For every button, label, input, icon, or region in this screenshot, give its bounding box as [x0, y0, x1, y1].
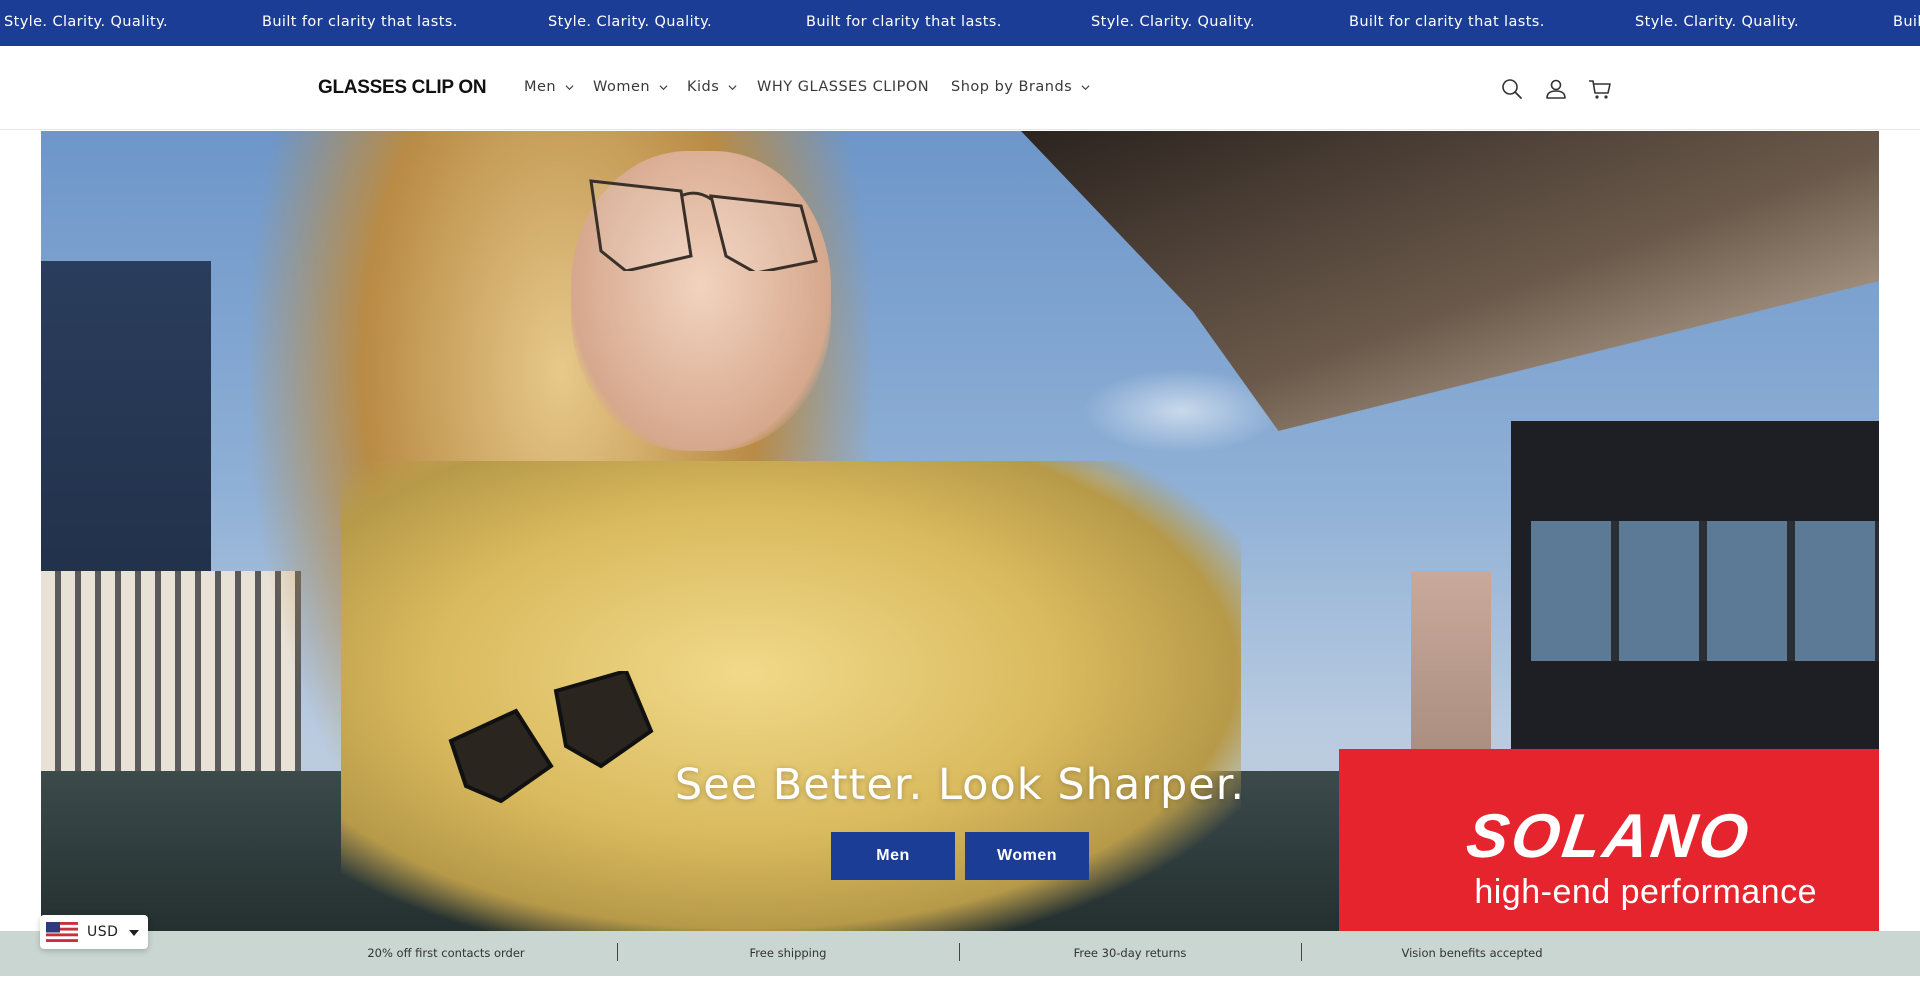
eyeglasses-icon [589, 179, 818, 271]
benefit-item: Free shipping [749, 946, 827, 960]
benefit-item: 20% off first contacts order [367, 946, 525, 960]
nav-item-men[interactable]: Men [524, 79, 574, 95]
announcement-item: Built for clarity that lasts. [1349, 14, 1545, 30]
nav-item-why-glasses-clipon[interactable]: WHY GLASSES CLIPON [757, 79, 929, 95]
account-icon[interactable] [1543, 76, 1569, 102]
nav-item-kids[interactable]: Kids [687, 79, 737, 95]
hero-windows [1531, 521, 1879, 661]
divider [1301, 943, 1302, 961]
hero-canopy [1021, 131, 1879, 431]
site-header: GLASSES CLIP ON Men Women Kids WHY GLASS… [0, 46, 1920, 130]
us-flag-icon [46, 922, 78, 942]
solano-tagline: high-end performance [1474, 873, 1817, 911]
nav-item-shop-by-brands[interactable]: Shop by Brands [951, 79, 1090, 95]
solano-brand: SOLANO [1462, 802, 1756, 871]
chevron-down-icon [728, 84, 737, 90]
shop-women-button[interactable]: Women [965, 832, 1089, 880]
chevron-down-icon [565, 84, 574, 90]
benefit-item: Vision benefits accepted [1401, 946, 1543, 960]
nav-item-label: Shop by Brands [951, 79, 1073, 95]
solano-promo-banner[interactable]: SOLANO high-end performance [1339, 749, 1879, 931]
chevron-down-icon [1081, 84, 1090, 90]
announcement-item: Style. Clarity. Quality. [1635, 14, 1800, 30]
nav-item-label: Kids [687, 79, 720, 95]
search-icon[interactable] [1499, 76, 1525, 102]
caret-down-icon [129, 930, 140, 936]
nav-item-women[interactable]: Women [593, 79, 668, 95]
divider [959, 943, 960, 961]
announcement-bar: Style. Clarity. Quality. Built for clari… [0, 0, 1920, 46]
chevron-down-icon [659, 84, 668, 90]
divider [617, 943, 618, 961]
shop-men-button[interactable]: Men [831, 832, 955, 880]
site-logo[interactable]: GLASSES CLIP ON [318, 77, 487, 99]
nav-item-label: Women [593, 79, 651, 95]
announcement-item: Built for clarity that lasts. [262, 14, 458, 30]
announcement-item: Buil [1893, 14, 1920, 30]
announcement-item: Built for clarity that lasts. [806, 14, 1002, 30]
benefit-item: Free 30-day returns [1073, 946, 1187, 960]
cart-icon[interactable] [1587, 76, 1613, 102]
announcement-item: Style. Clarity. Quality. [548, 14, 713, 30]
benefits-bar: 20% off first contacts order Free shippi… [0, 931, 1920, 976]
hero-banner: See Better. Look Sharper. Men Women SOLA… [41, 131, 1879, 931]
nav-item-label: Men [524, 79, 557, 95]
currency-selector[interactable]: USD [40, 915, 148, 949]
announcement-item: Style. Clarity. Quality. [4, 14, 169, 30]
currency-code: USD [87, 924, 119, 940]
nav-item-label: WHY GLASSES CLIPON [757, 79, 930, 95]
announcement-item: Style. Clarity. Quality. [1091, 14, 1256, 30]
